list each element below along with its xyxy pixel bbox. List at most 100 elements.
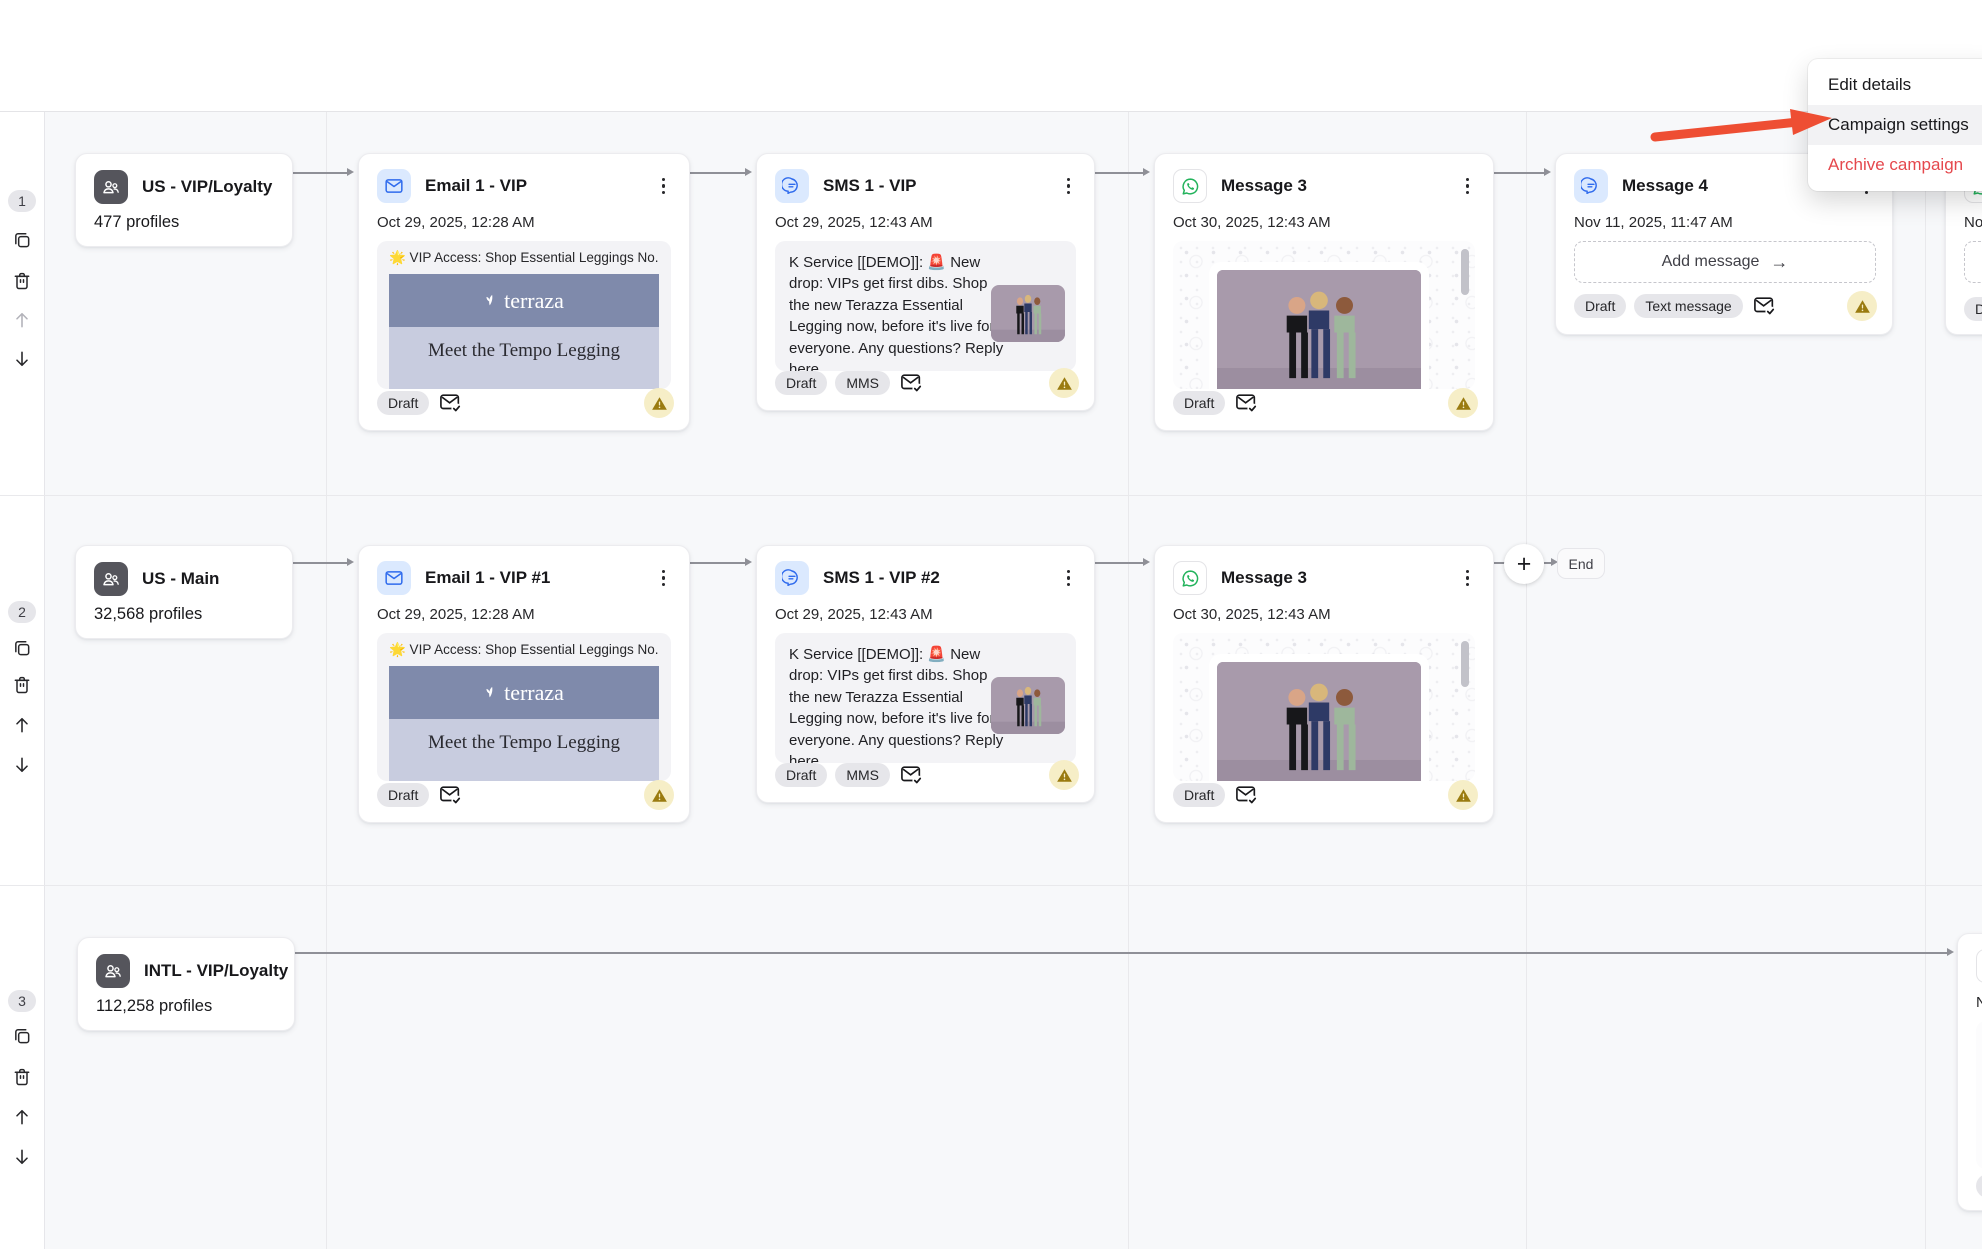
sms-message-card[interactable]: SMS 1 - VIP Oct 29, 2025, 12:43 AM K Ser… xyxy=(756,153,1095,411)
card-kebab-menu[interactable] xyxy=(654,172,674,201)
connector xyxy=(1494,172,1544,174)
connector-arrowhead xyxy=(745,558,752,566)
send-datetime: Oct 30, 2025, 12:43 AM xyxy=(1173,214,1475,231)
card-title: Message 3 xyxy=(1221,568,1307,588)
whatsapp-message-card[interactable]: Message 3 Oct 30, 2025, 12:43 AM Draft xyxy=(1154,153,1494,431)
envelope-check-icon xyxy=(1235,392,1259,414)
menu-item-edit-details[interactable]: Edit details xyxy=(1808,65,1982,105)
envelope-check-icon xyxy=(439,392,463,414)
status-badge: Draft xyxy=(775,371,827,395)
whatsapp-preview xyxy=(1173,633,1475,781)
chat-bubble-icon xyxy=(775,169,809,203)
connector-arrowhead xyxy=(347,168,354,176)
email-preview: 🌟 VIP Access: Shop Essential Leggings No… xyxy=(377,633,671,781)
more-actions-menu: Edit details Campaign settings Archive c… xyxy=(1808,59,1982,191)
row-number-badge: 1 xyxy=(8,190,36,212)
move-row-down-button[interactable] xyxy=(12,755,32,775)
email-subject: 🌟 VIP Access: Shop Essential Leggings No… xyxy=(389,250,659,266)
sms-body: K Service [[DEMO]]: 🚨 New drop: VIPs get… xyxy=(789,644,1009,763)
mms-thumbnail xyxy=(991,677,1065,734)
grid-line xyxy=(1128,60,1129,1249)
whatsapp-preview xyxy=(1173,241,1475,389)
duplicate-row-button[interactable] xyxy=(12,230,32,250)
add-message-button[interactable]: Add message→ xyxy=(1574,241,1876,283)
send-datetime: Oct 29, 2025, 12:43 AM xyxy=(775,606,1076,623)
product-photo xyxy=(1217,270,1421,389)
audience-profiles-count: 477 profiles xyxy=(94,213,274,232)
preview-scrollbar[interactable] xyxy=(1461,249,1469,295)
add-message-button[interactable] xyxy=(1964,241,1982,283)
preview-scrollbar[interactable] xyxy=(1461,641,1469,687)
email-message-card[interactable]: Email 1 - VIP Oct 29, 2025, 12:28 AM 🌟 V… xyxy=(358,153,690,431)
email-subject: 🌟 VIP Access: Shop Essential Leggings No… xyxy=(389,642,659,658)
envelope-check-icon xyxy=(1753,295,1777,317)
card-kebab-menu[interactable] xyxy=(1059,564,1079,593)
connector-arrowhead xyxy=(1143,168,1150,176)
email-headline: Meet the Tempo Legging xyxy=(389,327,659,389)
audience-card[interactable]: INTL - VIP/Loyalty 112,258 profiles xyxy=(77,937,295,1031)
status-badge: Draft xyxy=(377,783,429,807)
chat-bubble-icon xyxy=(1574,169,1608,203)
warning-icon xyxy=(1448,780,1478,810)
warning-icon xyxy=(1049,368,1079,398)
status-badge: Draft xyxy=(775,763,827,787)
connector xyxy=(293,562,347,564)
row-divider xyxy=(0,885,1982,886)
card-title: SMS 1 - VIP #2 xyxy=(823,568,940,588)
row-number-badge: 2 xyxy=(8,601,36,623)
card-kebab-menu[interactable] xyxy=(1458,172,1478,201)
grid-line xyxy=(326,60,327,1249)
envelope-check-icon xyxy=(900,372,924,394)
email-headline: Meet the Tempo Legging xyxy=(389,719,659,781)
status-badge: Draft xyxy=(1173,391,1225,415)
move-row-down-button[interactable] xyxy=(12,349,32,369)
channel-badge: MMS xyxy=(835,371,890,395)
duplicate-row-button[interactable] xyxy=(12,1026,32,1046)
brand-logo-text: terraza xyxy=(504,288,564,314)
duplicate-row-button[interactable] xyxy=(12,638,32,658)
envelope-check-icon xyxy=(1235,784,1259,806)
brand-banner: terraza xyxy=(389,274,659,327)
media-frame xyxy=(1209,262,1429,389)
row-divider xyxy=(0,495,1982,496)
card-title: SMS 1 - VIP xyxy=(823,176,917,196)
card-title: Message 3 xyxy=(1221,176,1307,196)
connector-arrowhead xyxy=(1143,558,1150,566)
sms-message-card[interactable]: SMS 1 - VIP #2 Oct 29, 2025, 12:43 AM K … xyxy=(756,545,1095,803)
move-row-up-button[interactable] xyxy=(12,715,32,735)
grid-line xyxy=(1925,60,1926,1249)
menu-item-archive-campaign[interactable]: Archive campaign xyxy=(1808,145,1982,185)
audience-profiles-count: 112,258 profiles xyxy=(96,997,276,1016)
audience-name: INTL - VIP/Loyalty xyxy=(144,961,288,981)
delete-row-button[interactable] xyxy=(12,1067,32,1087)
move-row-up-button[interactable] xyxy=(12,310,32,330)
delete-row-button[interactable] xyxy=(12,271,32,291)
card-title: Email 1 - VIP xyxy=(425,176,527,196)
menu-item-campaign-settings[interactable]: Campaign settings xyxy=(1808,105,1982,145)
arrow-right-icon: → xyxy=(1770,252,1788,273)
top-bar xyxy=(0,0,1982,60)
card-kebab-menu[interactable] xyxy=(654,564,674,593)
audience-card[interactable]: US - Main 32,568 profiles xyxy=(75,545,293,639)
audience-card[interactable]: US - VIP/Loyalty 477 profiles xyxy=(75,153,293,247)
status-badge: D xyxy=(1976,1174,1982,1198)
card-kebab-menu[interactable] xyxy=(1059,172,1079,201)
clipped-message-card[interactable]: No D xyxy=(1957,933,1982,1211)
add-step-button[interactable]: + xyxy=(1504,544,1544,584)
card-kebab-menu[interactable] xyxy=(1458,564,1478,593)
move-row-up-button[interactable] xyxy=(12,1107,32,1127)
envelope-check-icon xyxy=(439,784,463,806)
email-preview: 🌟 VIP Access: Shop Essential Leggings No… xyxy=(377,241,671,389)
audience-name: US - VIP/Loyalty xyxy=(142,177,272,197)
email-message-card[interactable]: Email 1 - VIP #1 Oct 29, 2025, 12:28 AM … xyxy=(358,545,690,823)
warning-icon xyxy=(1448,388,1478,418)
product-photo xyxy=(1217,662,1421,781)
envelope-icon xyxy=(377,169,411,203)
send-datetime: Oct 29, 2025, 12:28 AM xyxy=(377,606,671,623)
delete-row-button[interactable] xyxy=(12,675,32,695)
connector-arrowhead xyxy=(745,168,752,176)
whatsapp-message-card[interactable]: Message 3 Oct 30, 2025, 12:43 AM Draft xyxy=(1154,545,1494,823)
move-row-down-button[interactable] xyxy=(12,1147,32,1167)
sms-preview: K Service [[DEMO]]: 🚨 New drop: VIPs get… xyxy=(775,633,1076,763)
connector xyxy=(690,172,745,174)
